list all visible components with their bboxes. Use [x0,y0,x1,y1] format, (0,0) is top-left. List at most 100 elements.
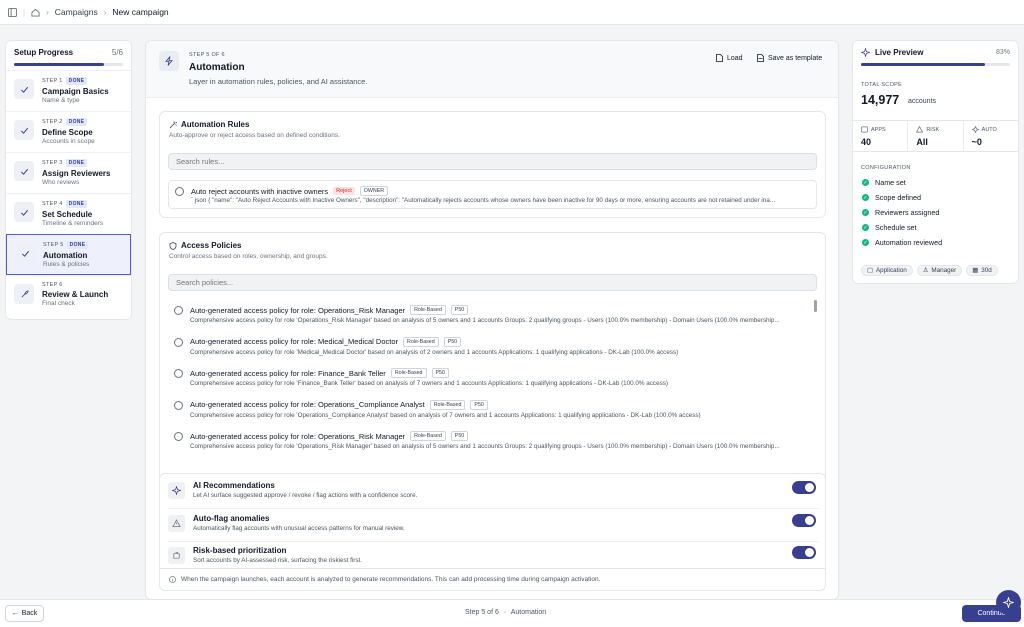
load-label: Load [727,54,743,62]
automation-header: STEP 5 OF 6 Automation Layer in automati… [146,41,838,98]
step-subtitle: Accounts in scope [42,138,95,145]
step-item-3[interactable]: STEP 3 DONE Assign Reviewers Who reviews [6,152,131,193]
ai-option-desc: Let AI surface suggested approve / revok… [193,492,418,499]
policy-item[interactable]: Auto-generated access policy for role: O… [168,300,811,331]
policy-title: Auto-generated access policy for role: O… [190,431,406,441]
stat-auto-label: AUTO [981,126,997,133]
policy-radio[interactable] [174,306,183,315]
automation-panel: STEP 5 OF 6 Automation Layer in automati… [145,40,839,600]
ai-footer-note: When the campaign launches, each account… [160,568,825,590]
access-policies-title: Access Policies [181,241,242,250]
step-label: STEP 3 [42,160,63,166]
sparkle-icon [1003,597,1014,608]
ai-option-title: AI Recommendations [193,481,275,490]
sidebar-toggle-icon[interactable] [8,7,17,17]
warning-icon [168,514,185,532]
breadcrumb-separator: › [103,7,107,17]
rule-item[interactable]: Auto reject accounts with inactive owner… [168,180,817,209]
policy-title: Auto-generated access policy for role: M… [190,337,399,346]
ai-option-toggle[interactable] [792,546,816,559]
ai-option-row: AI Recommendations Let AI surface suggest… [168,478,819,509]
preview-stats: APPS 40 RISK All AUTO ~0 [853,120,1018,152]
check-icon [14,120,34,140]
page-description: Layer in automation rules, policies, and… [189,77,368,86]
live-preview-title: Live Preview [875,48,924,57]
policy-item[interactable]: Auto-generated access policy for role: F… [168,363,811,394]
policy-radio[interactable] [174,369,183,378]
footer-step: Step 5 of 6 [465,609,499,616]
config-item-label: Name set [875,178,906,187]
check-circle-icon: ✓ [862,194,869,201]
back-button[interactable]: ← Back [5,605,44,622]
rules-search-input[interactable] [168,153,817,170]
step-item-6[interactable]: STEP 6 Review & Launch Final check [6,275,131,316]
role-based-badge: Role-Based [403,336,439,347]
check-icon [14,79,34,99]
sparkle-icon [971,126,979,133]
apps-icon [861,126,868,133]
step-item-1[interactable]: STEP 1 DONE Campaign Basics Name & type [6,70,131,111]
owner-badge: OWNER [359,186,389,196]
ai-option-toggle[interactable] [792,481,816,494]
policy-radio[interactable] [174,432,183,441]
chip-manager: ♙ Manager [916,265,963,276]
step-item-4[interactable]: STEP 4 DONE Set Schedule Timeline & reminde… [6,193,131,234]
rule-desc: ` json { "name": "Auto Reject Accounts w… [191,197,776,204]
ai-assistant-button[interactable] [996,590,1021,615]
policy-item[interactable]: Auto-generated access policy for role: O… [168,395,811,426]
policy-title: Auto-generated access policy for role: O… [190,400,425,409]
app-icon: ▢ [867,267,873,274]
role-based-badge: Role-Based [410,305,446,315]
info-icon [169,576,176,583]
step-subtitle: Final check [42,300,75,307]
preview-chips: ▢ Application ♙ Manager ▦ 30d [861,265,998,276]
step-item-5[interactable]: STEP 5 DONE Automation Rules & policies [6,234,131,275]
chip-application-label: Application [875,267,907,274]
ai-assistance-card: AI Recommendations Let AI surface suggest… [159,473,826,591]
priority-badge: P50 [470,399,488,410]
step-label: STEP 5 [43,242,64,248]
step-item-2[interactable]: STEP 2 DONE Define Scope Accounts in scope [6,111,131,152]
policies-search-input[interactable] [168,274,817,291]
load-button[interactable]: Load [716,54,743,62]
shield-icon [169,241,177,250]
chip-manager-label: Manager [931,267,957,274]
home-icon[interactable] [31,8,40,17]
layers-icon [168,547,185,564]
step-title: Assign Reviewers [42,169,111,178]
automation-rules-title: Automation Rules [181,120,250,129]
save-as-template-button[interactable]: Save as template [757,54,822,62]
role-based-badge: Role-Based [429,399,466,410]
config-item-label: Scope defined [875,193,921,202]
policy-radio[interactable] [174,337,183,347]
config-item: ✓ Scope defined [862,193,921,202]
breadcrumb-campaigns[interactable]: Campaigns [55,7,98,17]
policy-radio[interactable] [174,400,183,410]
breadcrumb-separator: › [46,7,49,17]
access-policies-desc: Control access based on roles, ownership… [169,253,328,260]
back-label: Back [21,610,38,617]
step-subtitle: Name & type [42,97,80,104]
policy-desc: Comprehensive access policy for role 'Op… [190,411,701,419]
rule-radio[interactable] [175,187,184,196]
footer-bar: ← Back Step 5 of 6 · Automation Continue [0,599,1024,627]
policy-item[interactable]: Auto-generated access policy for role: O… [168,426,811,450]
config-item-label: Schedule set [875,223,917,232]
save-as-template-label: Save as template [768,54,823,62]
warning-icon [916,126,924,133]
priority-badge: P50 [431,368,449,378]
policies-scrollbar[interactable] [814,300,817,312]
automation-rules-desc: Auto-approve or reject access based on d… [169,132,340,139]
stat-apps-label: APPS [871,126,886,133]
ai-option-desc: Automatically flag accounts with unusual… [193,524,405,532]
setup-progress-count: 5/6 [111,48,123,57]
policy-desc: Comprehensive access policy for role 'Op… [190,443,780,450]
policy-item[interactable]: Auto-generated access policy for role: M… [168,332,811,363]
preview-progress-bar [861,63,1010,66]
step-label: STEP 4 [42,201,63,207]
wand-icon [169,121,177,128]
setup-progress-bar [14,63,123,66]
arrow-left-icon: ← [11,610,19,617]
ai-option-toggle[interactable] [792,513,816,527]
configuration-label: CONFIGURATION [861,165,911,171]
